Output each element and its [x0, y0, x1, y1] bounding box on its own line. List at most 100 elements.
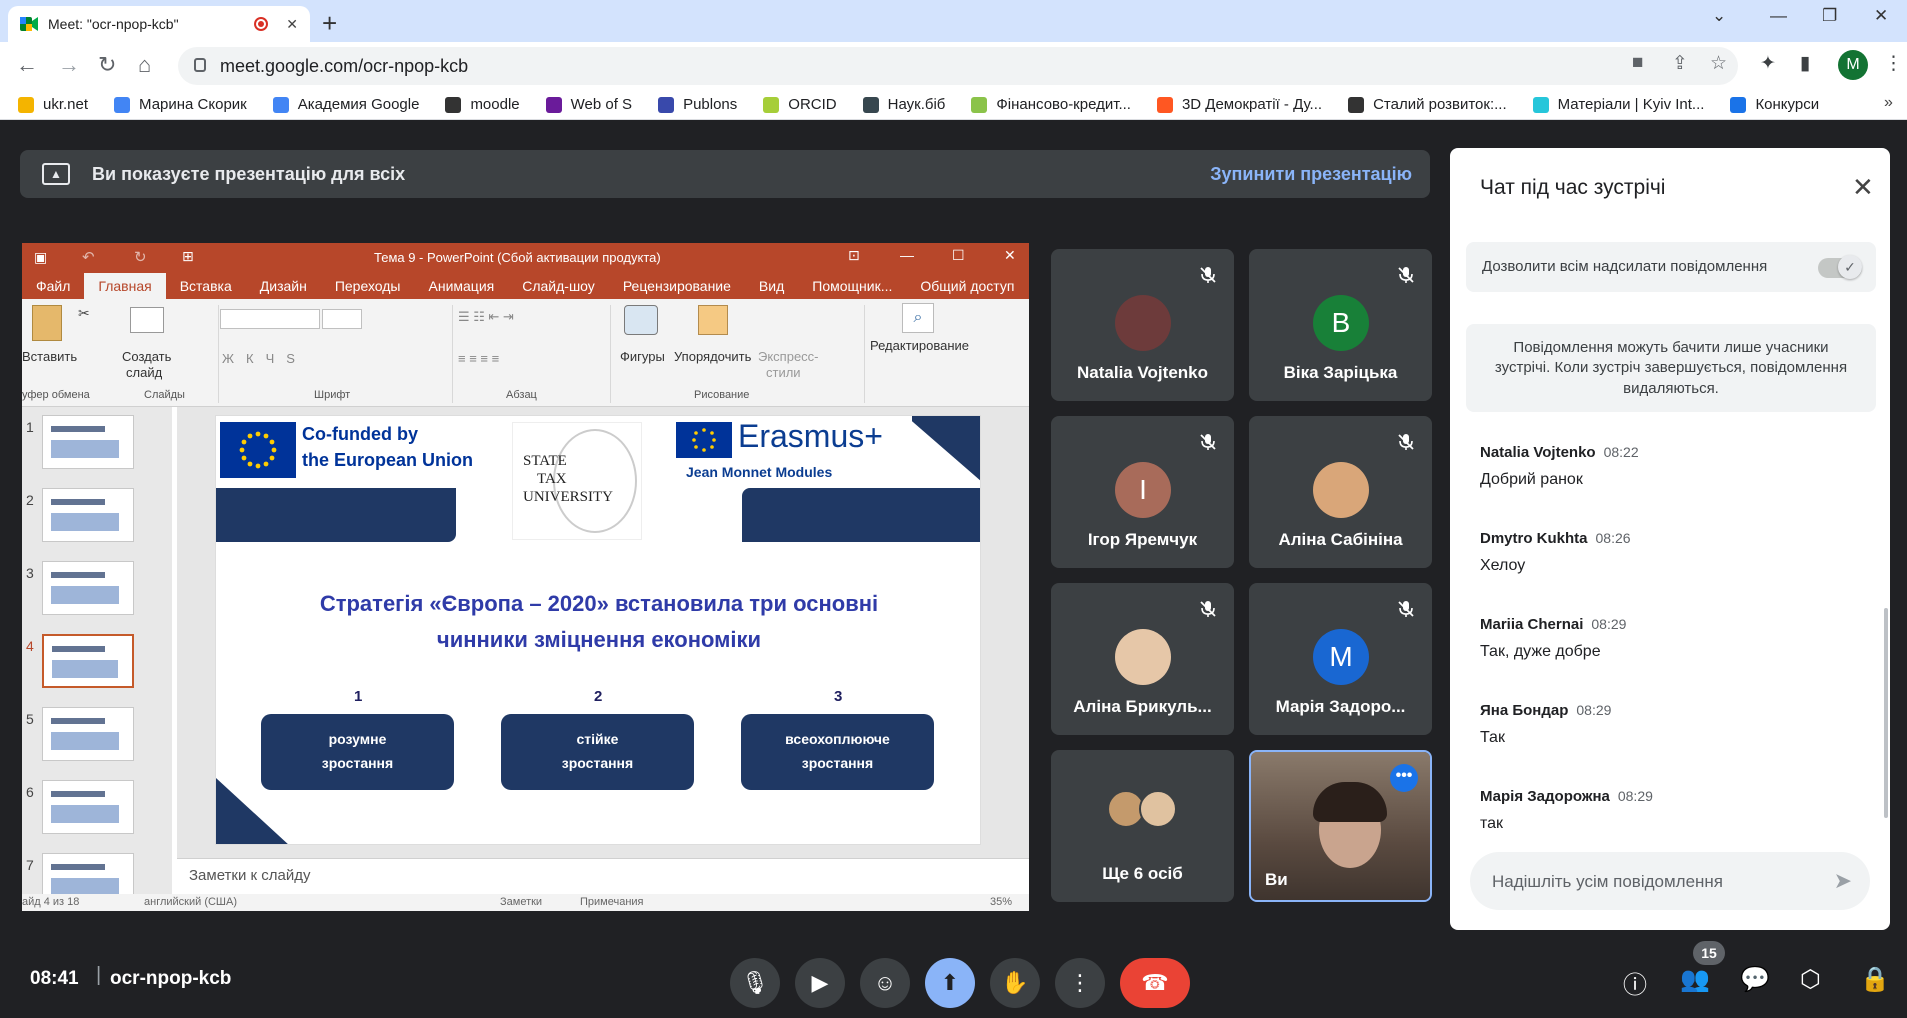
leave-call-button[interactable]: ☎: [1120, 958, 1190, 1008]
people-icon[interactable]: 👥: [1680, 965, 1710, 994]
host-controls-icon[interactable]: 🔒: [1860, 965, 1890, 994]
window-close-icon[interactable]: ✕: [1874, 6, 1888, 26]
chat-icon[interactable]: 💬: [1740, 965, 1770, 994]
quick-styles-label-1[interactable]: Экспресс-: [758, 349, 819, 364]
cut-icon[interactable]: ✂: [78, 305, 90, 322]
new-slide-label-1[interactable]: Создать: [122, 349, 171, 364]
participant-tile[interactable]: Natalia Vojtenko: [1051, 249, 1234, 401]
new-slide-icon[interactable]: [130, 307, 164, 333]
slide-thumbnail[interactable]: [42, 561, 134, 615]
shapes-button[interactable]: Фигуры: [620, 349, 665, 364]
shapes-icon[interactable]: [624, 305, 658, 335]
ppt-close-icon[interactable]: ✕: [1004, 247, 1016, 264]
ppt-tab[interactable]: Анимация: [415, 273, 509, 299]
restore-icon[interactable]: ❐: [1822, 6, 1837, 26]
camera-button[interactable]: ▶: [795, 958, 845, 1008]
bookmark-star-icon[interactable]: ☆: [1710, 52, 1727, 75]
participant-tile[interactable]: Ще 6 осіб: [1051, 750, 1234, 902]
allow-messages-toggle[interactable]: [1818, 255, 1862, 279]
ppt-tab[interactable]: Вид: [745, 273, 798, 299]
meeting-info-icon[interactable]: ⓘ: [1623, 965, 1647, 1000]
slide-thumbnail[interactable]: [42, 415, 134, 469]
find-icon[interactable]: ⌕: [902, 303, 934, 333]
tab-search-chevron-icon[interactable]: ⌄: [1712, 6, 1726, 26]
bookmark-item[interactable]: Наук.біб: [862, 96, 945, 113]
bookmark-item[interactable]: Конкурси: [1730, 96, 1819, 113]
ppt-ribbon-options-icon[interactable]: ⊡: [848, 247, 860, 264]
ppt-slideshow-icon[interactable]: ⊞: [182, 248, 194, 265]
bookmark-item[interactable]: ukr.net: [18, 96, 88, 113]
bookmark-item[interactable]: 3D Демократії - Ду...: [1156, 96, 1322, 113]
slide-notes[interactable]: Заметки к слайду: [177, 858, 1029, 894]
microphone-button[interactable]: 🎙: [730, 958, 780, 1008]
paste-button[interactable]: Вставить: [22, 349, 77, 364]
participant-tile[interactable]: I Ігор Яремчук: [1051, 416, 1234, 568]
ppt-tab[interactable]: Переходы: [321, 273, 415, 299]
ppt-minimize-icon[interactable]: —: [900, 247, 914, 263]
ppt-tab[interactable]: Помощник...: [798, 273, 906, 299]
participant-tile[interactable]: B Віка Заріцька: [1249, 249, 1432, 401]
bookmark-item[interactable]: Publons: [658, 96, 737, 113]
participant-tile[interactable]: Аліна Брикуль...: [1051, 583, 1234, 735]
address-bar[interactable]: meet.google.com/ocr-npop-kcb: [178, 47, 1738, 85]
minimize-icon[interactable]: —: [1770, 6, 1787, 26]
reload-icon[interactable]: ↻: [98, 52, 116, 78]
share-icon[interactable]: ⇪: [1672, 52, 1688, 75]
participant-tile[interactable]: ••• Ви: [1249, 750, 1432, 902]
ppt-redo-icon[interactable]: ↻: [134, 248, 147, 266]
bookmark-item[interactable]: ORCID: [763, 96, 837, 113]
ppt-save-icon[interactable]: ▣: [34, 249, 47, 266]
arrange-icon[interactable]: [698, 305, 728, 335]
raise-hand-button[interactable]: ✋: [990, 958, 1040, 1008]
reactions-button[interactable]: ☺: [860, 958, 910, 1008]
bookmark-item[interactable]: Сталий розвиток:...: [1348, 96, 1507, 113]
font-name-field[interactable]: [220, 309, 320, 329]
new-tab-icon[interactable]: +: [322, 8, 337, 39]
ppt-tab[interactable]: Общий доступ: [906, 273, 1028, 299]
ppt-tab[interactable]: Рецензирование: [609, 273, 745, 299]
arrange-button[interactable]: Упорядочить: [674, 349, 751, 364]
bullets-icon[interactable]: ☰ ☷ ⇤ ⇥: [458, 309, 514, 325]
bookmark-item[interactable]: Фінансово-кредит...: [971, 96, 1131, 113]
bookmark-item[interactable]: moodle: [445, 96, 520, 113]
editing-button[interactable]: Редактирование: [870, 338, 969, 353]
send-icon[interactable]: ➤: [1834, 868, 1852, 894]
bookmark-item[interactable]: Академия Google: [272, 96, 419, 113]
camera-icon[interactable]: ■: [1632, 52, 1643, 74]
back-icon[interactable]: ←: [16, 52, 38, 78]
more-options-button[interactable]: ⋮: [1055, 958, 1105, 1008]
activities-icon[interactable]: ⬡: [1800, 965, 1821, 994]
bookmark-item[interactable]: Web of S: [545, 96, 632, 113]
ppt-tab[interactable]: Файл: [22, 273, 84, 299]
slide-thumbnail[interactable]: [42, 488, 134, 542]
ppt-tab[interactable]: Главная: [84, 273, 166, 299]
new-slide-label-2[interactable]: слайд: [126, 365, 162, 380]
stop-presenting-button[interactable]: Зупинити презентацію: [1210, 164, 1412, 185]
align-icons[interactable]: ≡ ≡ ≡ ≡: [458, 351, 499, 366]
home-icon[interactable]: ⌂: [138, 52, 151, 78]
bookmark-item[interactable]: Марина Скорик: [114, 96, 247, 113]
browser-tab[interactable]: Meet: "ocr-npop-kcb" ✕: [8, 6, 310, 42]
bookmark-item[interactable]: Матеріали | Kyiv Int...: [1532, 96, 1704, 113]
ppt-maximize-icon[interactable]: ☐: [952, 247, 965, 264]
tab-close-icon[interactable]: ✕: [286, 16, 298, 33]
present-button[interactable]: ⬆: [925, 958, 975, 1008]
font-format-buttons[interactable]: ЖКЧS: [222, 351, 307, 366]
bookmarks-overflow-icon[interactable]: »: [1884, 94, 1893, 112]
chat-close-icon[interactable]: ✕: [1852, 172, 1874, 203]
ppt-tab[interactable]: Вставка: [166, 273, 246, 299]
extensions-icon[interactable]: ✦: [1760, 52, 1776, 75]
chat-scrollbar[interactable]: [1884, 608, 1888, 818]
tile-more-options-icon[interactable]: •••: [1390, 764, 1418, 792]
notes-toggle[interactable]: Заметки: [500, 896, 542, 908]
quick-styles-label-2[interactable]: стили: [766, 365, 801, 380]
ppt-tab[interactable]: Дизайн: [246, 273, 321, 299]
font-size-field[interactable]: [322, 309, 362, 329]
ppt-tab[interactable]: Слайд-шоу: [508, 273, 609, 299]
chat-message-input[interactable]: Надішліть усім повідомлення ➤: [1470, 852, 1870, 910]
paste-icon[interactable]: [32, 305, 62, 341]
browser-menu-icon[interactable]: ⋮: [1884, 52, 1903, 75]
slide-thumbnail[interactable]: [42, 707, 134, 761]
profile-avatar[interactable]: M: [1838, 50, 1868, 80]
participant-tile[interactable]: M Марія Задоро...: [1249, 583, 1432, 735]
